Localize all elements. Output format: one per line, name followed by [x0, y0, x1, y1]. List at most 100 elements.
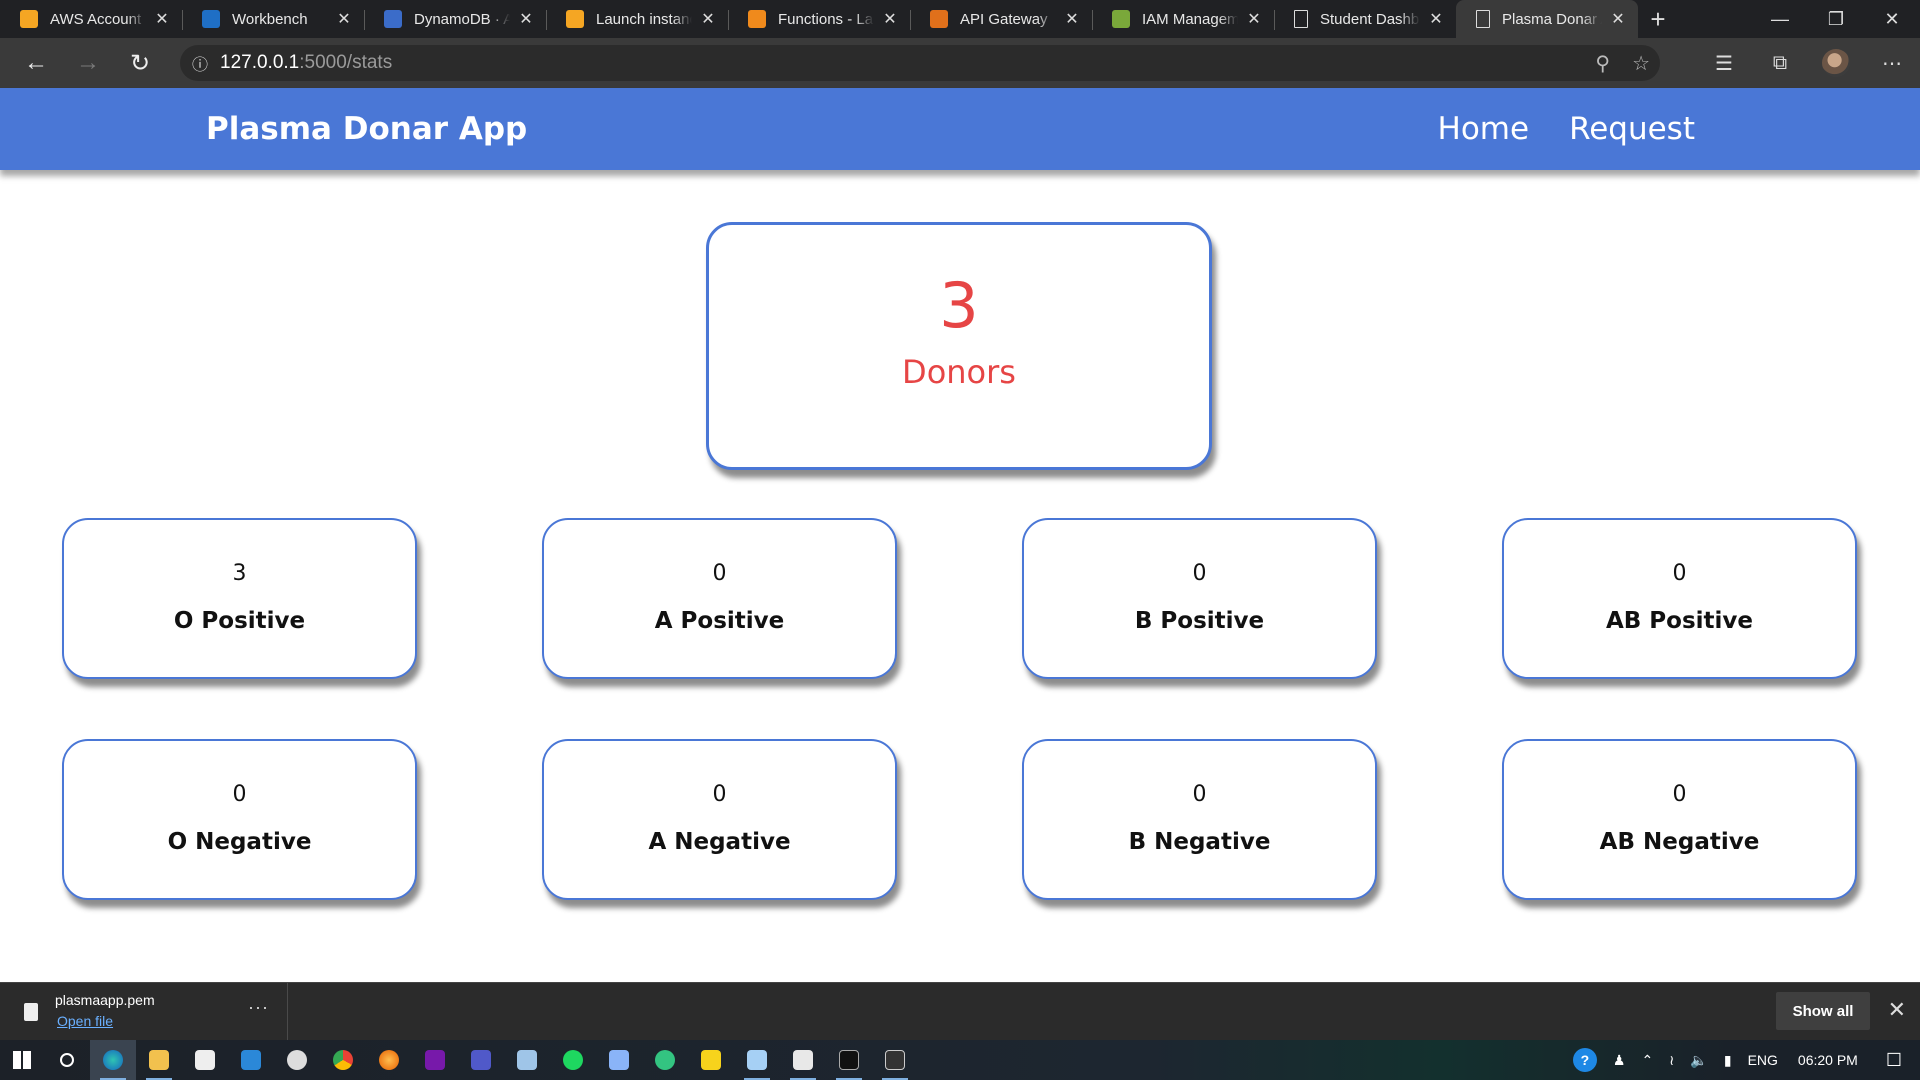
blood-group-count: 0	[712, 561, 727, 586]
blood-group-label: AB Positive	[1605, 608, 1754, 634]
nav-request-link[interactable]: Request	[1569, 111, 1695, 147]
battery-icon[interactable]: ▮	[1724, 1052, 1732, 1069]
app-navbar: Plasma Donar App Home Request	[0, 88, 1920, 170]
tab-close-icon[interactable]: ✕	[1426, 9, 1446, 29]
browser-tab[interactable]: DynamoDB · AWS ✕	[364, 0, 546, 38]
restore-icon[interactable]: ❐	[1808, 0, 1864, 38]
browser-tab[interactable]: Functions - Lambda ✕	[728, 0, 910, 38]
tab-close-icon[interactable]: ✕	[152, 9, 172, 29]
chevron-up-icon[interactable]: ⌃	[1641, 1052, 1653, 1069]
clock[interactable]: 06:20 PM	[1798, 1052, 1858, 1068]
collections-icon[interactable]: ⧉	[1752, 38, 1808, 88]
blood-group-count: 0	[1192, 782, 1207, 807]
tab-close-icon[interactable]: ✕	[698, 9, 718, 29]
open-file-link[interactable]: Open file	[57, 1013, 113, 1029]
tab-title: Student Dashboard	[1320, 10, 1420, 28]
virtualbox-icon[interactable]	[504, 1040, 550, 1080]
favorite-star-icon[interactable]: ☆	[1632, 51, 1650, 76]
close-download-bar-icon[interactable]: ✕	[1888, 997, 1906, 1023]
nav-home-link[interactable]: Home	[1438, 111, 1530, 147]
url-text[interactable]: 127.0.0.1:5000/stats	[220, 52, 392, 74]
address-bar[interactable]: ⓘ 127.0.0.1:5000/stats ⚲ ☆	[180, 45, 1660, 81]
blood-group-label: O Positive	[173, 608, 306, 634]
language-indicator[interactable]: ENG	[1748, 1052, 1778, 1068]
media-app-icon[interactable]	[274, 1040, 320, 1080]
wifi-icon[interactable]: ≀	[1669, 1052, 1674, 1069]
volume-icon[interactable]: 🔈	[1690, 1052, 1707, 1069]
total-donors-label: Donors	[902, 353, 1016, 391]
terminal-icon[interactable]	[826, 1040, 872, 1080]
people-icon[interactable]: ♟	[1613, 1052, 1626, 1069]
tab-close-icon[interactable]: ✕	[1062, 9, 1082, 29]
forward-icon[interactable]: →	[62, 38, 114, 88]
refresh-icon[interactable]: ↻	[114, 38, 166, 88]
browser-tab[interactable]: AWS Account ✕	[0, 0, 182, 38]
minimize-icon[interactable]: —	[1752, 0, 1808, 38]
brand-title[interactable]: Plasma Donar App	[206, 88, 527, 170]
blood-group-label: O Negative	[167, 829, 312, 855]
window-icon[interactable]	[872, 1040, 918, 1080]
browser-tab-strip: AWS Account✕Workbench✕DynamoDB · AWS✕Lau…	[0, 0, 1920, 38]
file-explorer-icon[interactable]	[136, 1040, 182, 1080]
download-more-icon[interactable]: ···	[248, 997, 269, 1018]
spotify-icon[interactable]	[550, 1040, 596, 1080]
blood-group-count: 0	[1672, 561, 1687, 586]
blood-group-label: A Positive	[654, 608, 785, 634]
browser-tab[interactable]: Workbench ✕	[182, 0, 364, 38]
blood-group-card: 0 AB Negative	[1502, 739, 1857, 900]
tab-title: AWS Account	[50, 10, 142, 28]
zoom-icon[interactable]: ⚲	[1595, 51, 1610, 76]
site-info-icon[interactable]: ⓘ	[180, 51, 220, 75]
favorites-icon[interactable]: ☰	[1696, 38, 1752, 88]
browser-tab[interactable]: API Gateway ✕	[910, 0, 1092, 38]
new-tab-button[interactable]: +	[1638, 0, 1678, 38]
edge-browser-icon[interactable]	[90, 1040, 136, 1080]
tab-title: Launch instance	[596, 10, 692, 28]
onenote-icon[interactable]	[412, 1040, 458, 1080]
blood-group-label: B Positive	[1134, 608, 1265, 634]
more-menu-icon[interactable]: ⋯	[1864, 38, 1920, 88]
window-controls: — ❐ ✕	[1752, 0, 1920, 38]
editor-icon[interactable]	[780, 1040, 826, 1080]
sticky-notes-icon[interactable]	[688, 1040, 734, 1080]
browser-tab[interactable]: Student Dashboard ✕	[1274, 0, 1456, 38]
iam-icon	[1112, 10, 1130, 28]
notifications-icon[interactable]: ☐	[1886, 1050, 1902, 1071]
vocareum-icon	[202, 10, 220, 28]
store-icon[interactable]	[182, 1040, 228, 1080]
chrome-icon[interactable]	[320, 1040, 366, 1080]
profile-avatar[interactable]	[1808, 38, 1864, 88]
blood-group-card: 0 B Negative	[1022, 739, 1377, 900]
browser-tab[interactable]: Plasma Donar App ✕	[1456, 0, 1638, 38]
mail-icon[interactable]	[228, 1040, 274, 1080]
blood-group-count: 0	[712, 782, 727, 807]
tab-close-icon[interactable]: ✕	[1608, 9, 1628, 29]
dynamodb-icon	[384, 10, 402, 28]
tab-close-icon[interactable]: ✕	[516, 9, 536, 29]
photos-icon[interactable]	[596, 1040, 642, 1080]
help-icon[interactable]: ?	[1572, 1048, 1597, 1072]
tab-title: Workbench	[232, 10, 308, 28]
browser-tab[interactable]: Launch instance ✕	[546, 0, 728, 38]
teams-icon[interactable]	[458, 1040, 504, 1080]
document-icon	[1476, 10, 1490, 28]
back-icon[interactable]: ←	[10, 38, 62, 88]
tab-close-icon[interactable]: ✕	[334, 9, 354, 29]
close-window-icon[interactable]: ✕	[1864, 0, 1920, 38]
tab-close-icon[interactable]: ✕	[880, 9, 900, 29]
notepad-icon[interactable]	[734, 1040, 780, 1080]
firefox-icon[interactable]	[366, 1040, 412, 1080]
search-icon[interactable]	[44, 1040, 90, 1080]
blood-group-label: AB Negative	[1599, 829, 1760, 855]
tab-title: DynamoDB · AWS	[414, 10, 510, 28]
blood-group-card: 0 A Negative	[542, 739, 897, 900]
blood-group-card: 0 B Positive	[1022, 518, 1377, 679]
windows-start-icon[interactable]	[0, 1040, 44, 1080]
tab-title: Plasma Donar App	[1502, 10, 1602, 28]
maps-icon[interactable]	[642, 1040, 688, 1080]
show-all-button[interactable]: Show all	[1776, 992, 1870, 1030]
tab-list: AWS Account✕Workbench✕DynamoDB · AWS✕Lau…	[0, 0, 1638, 38]
download-item[interactable]: plasmaapp.pem Open file ···	[16, 983, 288, 1041]
tab-close-icon[interactable]: ✕	[1244, 9, 1264, 29]
browser-tab[interactable]: IAM Management ✕	[1092, 0, 1274, 38]
